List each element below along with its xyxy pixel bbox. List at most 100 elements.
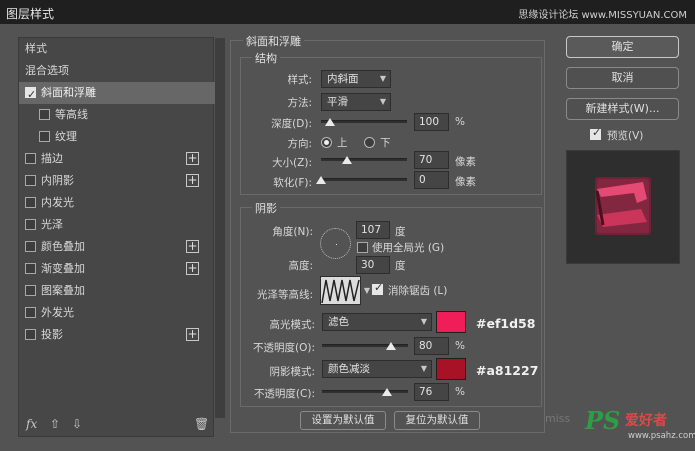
add-icon[interactable]: +	[186, 262, 199, 275]
brand-url: www.psahz.com	[628, 431, 695, 441]
antialias-checkbox[interactable]	[372, 281, 383, 295]
preview-bevel-shape	[595, 177, 651, 235]
style-label: 样式:	[287, 74, 312, 86]
preview-checkbox[interactable]	[590, 126, 601, 140]
depth-input[interactable]: 100	[414, 113, 449, 131]
sidebar-item[interactable]: 内阴影 +	[19, 170, 215, 192]
size-slider[interactable]	[321, 156, 407, 164]
soften-slider[interactable]	[316, 176, 407, 184]
soften-slider-thumb[interactable]	[316, 176, 326, 184]
chevron-down-icon: ▼	[363, 286, 370, 295]
chevron-down-icon: ▼	[420, 364, 427, 373]
cancel-button[interactable]: 取消	[566, 67, 679, 89]
sidebar-item-checkbox[interactable]	[25, 219, 36, 230]
add-icon[interactable]: +	[186, 328, 199, 341]
sidebar-item-label: 颜色叠加	[41, 240, 85, 253]
gloss-contour-picker[interactable]: ▼	[320, 276, 370, 305]
sidebar-item[interactable]: 光泽	[19, 214, 215, 236]
shadow-opacity-thumb[interactable]	[382, 388, 393, 396]
depth-slider-thumb[interactable]	[324, 118, 335, 126]
brand-name: 爱好者	[625, 413, 667, 429]
sidebar-item[interactable]: 斜面和浮雕	[19, 82, 215, 106]
sidebar-item[interactable]: 样式	[19, 38, 215, 60]
shadow-opacity-input[interactable]: 76	[414, 383, 449, 401]
sidebar-item[interactable]: 渐变叠加 +	[19, 258, 215, 280]
technique-select[interactable]: 平滑 ▼	[321, 93, 391, 111]
direction-down-radio[interactable]	[364, 137, 375, 148]
size-label: 大小(Z):	[272, 157, 312, 169]
add-icon[interactable]: +	[186, 152, 199, 165]
sidebar-item-checkbox[interactable]	[25, 197, 36, 208]
highlight-color-swatch[interactable]	[436, 311, 466, 333]
technique-select-value: 平滑	[327, 96, 348, 108]
style-select[interactable]: 内斜面 ▼	[321, 70, 391, 88]
sidebar-item[interactable]: 描边 +	[19, 148, 215, 170]
shadow-mode-label: 阴影模式:	[269, 366, 315, 378]
make-default-button[interactable]: 设置为默认值	[300, 411, 386, 430]
add-icon[interactable]: +	[186, 240, 199, 253]
size-input[interactable]: 70	[414, 151, 449, 169]
ok-button[interactable]: 确定	[566, 36, 679, 58]
sidebar-item[interactable]: 图案叠加	[19, 280, 215, 302]
sidebar-item-checkbox[interactable]	[25, 153, 36, 164]
fx-icon[interactable]: fx	[26, 417, 37, 431]
sidebar-item-checkbox[interactable]	[39, 109, 50, 120]
watermark-text: 思缘设计论坛 www.MISSYUAN.COM	[518, 10, 687, 21]
depth-unit: %	[455, 116, 465, 128]
new-style-button[interactable]: 新建样式(W)...	[566, 98, 679, 120]
sidebar-item[interactable]: 混合选项	[19, 60, 215, 82]
sidebar-item[interactable]: 等高线	[19, 104, 215, 126]
sidebar-item[interactable]: 外发光	[19, 302, 215, 324]
sidebar-item[interactable]: 颜色叠加 +	[19, 236, 215, 258]
move-down-icon[interactable]: ⇩	[72, 417, 82, 431]
highlight-opacity-input[interactable]: 80	[414, 337, 449, 355]
size-slider-thumb[interactable]	[341, 156, 352, 164]
direction-up-radio[interactable]	[321, 137, 332, 148]
angle-input[interactable]: 107	[356, 221, 390, 239]
global-light-label: 使用全局光 (G)	[372, 242, 445, 254]
sidebar-item[interactable]: 内发光	[19, 192, 215, 214]
shadow-color-swatch[interactable]	[436, 358, 466, 380]
sidebar-item-checkbox[interactable]	[39, 131, 50, 142]
highlight-opacity-slider[interactable]	[322, 342, 408, 350]
styles-scrollbar[interactable]	[215, 38, 225, 418]
window-title: 图层样式	[6, 7, 55, 21]
sidebar-item-checkbox[interactable]	[25, 175, 36, 186]
sidebar-item-checkbox[interactable]	[25, 263, 36, 274]
global-light-checkbox[interactable]	[357, 242, 368, 253]
soften-input[interactable]: 0	[414, 171, 449, 189]
altitude-label: 高度:	[288, 260, 313, 272]
sidebar-item-checkbox[interactable]	[25, 241, 36, 252]
ps-logo: PS	[585, 406, 621, 435]
direction-label: 方向:	[287, 138, 312, 150]
sidebar-item-label: 纹理	[55, 130, 77, 143]
shadow-opacity-label: 不透明度(C):	[253, 388, 315, 400]
shadow-mode-select[interactable]: 颜色减淡 ▼	[322, 360, 432, 378]
sidebar-item-checkbox[interactable]	[25, 307, 36, 318]
sidebar-item-checkbox[interactable]	[25, 285, 36, 296]
move-up-icon[interactable]: ⇧	[50, 417, 60, 431]
styles-bottom-toolbar: fx ⇧ ⇩ 🗑	[18, 412, 214, 436]
trash-icon[interactable]: 🗑	[194, 417, 209, 431]
add-icon[interactable]: +	[186, 174, 199, 187]
sidebar-item-checkbox[interactable]	[25, 329, 36, 340]
sidebar-item-label: 斜面和浮雕	[41, 86, 96, 99]
shadow-hex-note: #a81227	[476, 363, 539, 378]
reset-default-button[interactable]: 复位为默认值	[394, 411, 480, 430]
highlight-opacity-thumb[interactable]	[385, 342, 396, 350]
highlight-mode-value: 滤色	[328, 316, 349, 328]
gloss-contour-curve	[321, 279, 360, 304]
ghost-watermark: miss	[545, 412, 571, 425]
highlight-mode-label: 高光模式:	[269, 319, 315, 331]
altitude-input[interactable]: 30	[356, 256, 390, 274]
shadow-mode-value: 颜色减淡	[328, 363, 370, 375]
sidebar-item-label: 等高线	[55, 108, 88, 121]
sidebar-item-checkbox[interactable]	[25, 84, 36, 106]
angle-dial[interactable]	[320, 228, 351, 259]
highlight-mode-select[interactable]: 滤色 ▼	[322, 313, 432, 331]
sidebar-item[interactable]: 投影 +	[19, 324, 215, 346]
depth-slider[interactable]	[321, 118, 407, 126]
shadow-opacity-slider[interactable]	[322, 388, 408, 396]
sidebar-item[interactable]: 纹理	[19, 126, 215, 148]
angle-label: 角度(N):	[272, 226, 313, 238]
